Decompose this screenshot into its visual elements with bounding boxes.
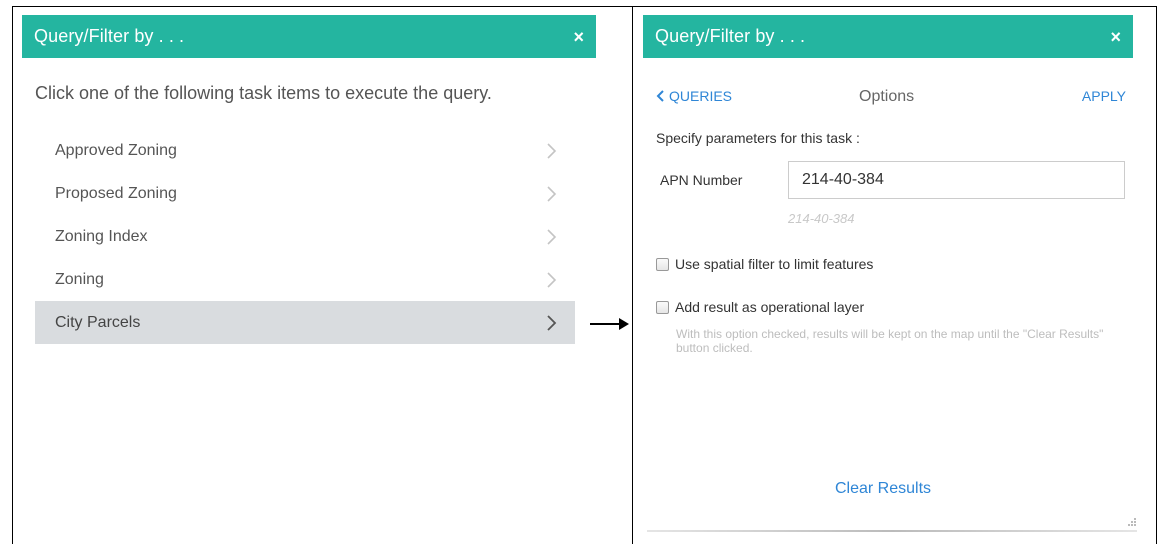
back-to-queries-link[interactable]: QUERIES bbox=[656, 88, 732, 104]
back-label: QUERIES bbox=[669, 88, 733, 104]
apn-number-input[interactable] bbox=[788, 161, 1125, 199]
query-panel-options: Query/Filter by . . . × QUERIES Options … bbox=[633, 6, 1157, 544]
panel-title: Query/Filter by . . . bbox=[34, 26, 185, 46]
task-item-label: Approved Zoning bbox=[55, 141, 177, 159]
bottom-divider bbox=[647, 530, 1137, 532]
instruction-text: Click one of the following task items to… bbox=[35, 83, 492, 103]
panel-title: Query/Filter by . . . bbox=[655, 26, 806, 46]
task-list: Approved Zoning Proposed Zoning Zoning I… bbox=[35, 129, 575, 344]
parameters-heading: Specify parameters for this task : bbox=[656, 130, 860, 146]
task-item-label: City Parcels bbox=[55, 313, 141, 331]
apply-button[interactable]: APPLY bbox=[1082, 88, 1126, 104]
operational-layer-checkbox[interactable] bbox=[656, 300, 669, 314]
operational-layer-option[interactable]: Add result as operational layer bbox=[656, 299, 864, 315]
arrow-right-icon bbox=[590, 318, 629, 330]
clear-results-button[interactable]: Clear Results bbox=[835, 480, 931, 498]
panel-header: Query/Filter by . . . × bbox=[643, 15, 1133, 58]
operational-layer-label: Add result as operational layer bbox=[675, 299, 865, 315]
task-item-approved-zoning[interactable]: Approved Zoning bbox=[35, 129, 575, 172]
options-title: Options bbox=[859, 88, 915, 105]
close-icon[interactable]: × bbox=[1110, 28, 1121, 46]
spatial-filter-label: Use spatial filter to limit features bbox=[675, 256, 874, 272]
spatial-filter-option[interactable]: Use spatial filter to limit features bbox=[656, 256, 873, 272]
chevron-right-icon bbox=[547, 228, 557, 245]
task-item-label: Zoning bbox=[55, 270, 104, 288]
panel-header: Query/Filter by . . . × bbox=[22, 15, 596, 58]
chevron-right-icon bbox=[547, 185, 557, 202]
query-panel-task-list: Query/Filter by . . . × Click one of the… bbox=[12, 6, 633, 544]
task-item-label: Proposed Zoning bbox=[55, 184, 177, 202]
operational-layer-help: With this option checked, results will b… bbox=[676, 327, 1104, 355]
resize-grip-icon[interactable] bbox=[1127, 517, 1137, 530]
chevron-left-icon bbox=[656, 90, 664, 102]
close-icon[interactable]: × bbox=[573, 28, 584, 46]
apn-number-label: APN Number bbox=[660, 172, 743, 188]
spatial-filter-checkbox[interactable] bbox=[656, 257, 669, 271]
task-item-zoning-index[interactable]: Zoning Index bbox=[35, 215, 575, 258]
chevron-right-icon bbox=[547, 314, 557, 331]
chevron-right-icon bbox=[547, 271, 557, 288]
task-item-city-parcels[interactable]: City Parcels bbox=[35, 301, 575, 344]
options-nav: QUERIES Options APPLY bbox=[656, 88, 1126, 108]
task-item-zoning[interactable]: Zoning bbox=[35, 258, 575, 301]
chevron-right-icon bbox=[547, 142, 557, 159]
task-item-label: Zoning Index bbox=[55, 227, 148, 245]
task-item-proposed-zoning[interactable]: Proposed Zoning bbox=[35, 172, 575, 215]
apn-number-hint: 214-40-384 bbox=[788, 211, 855, 226]
